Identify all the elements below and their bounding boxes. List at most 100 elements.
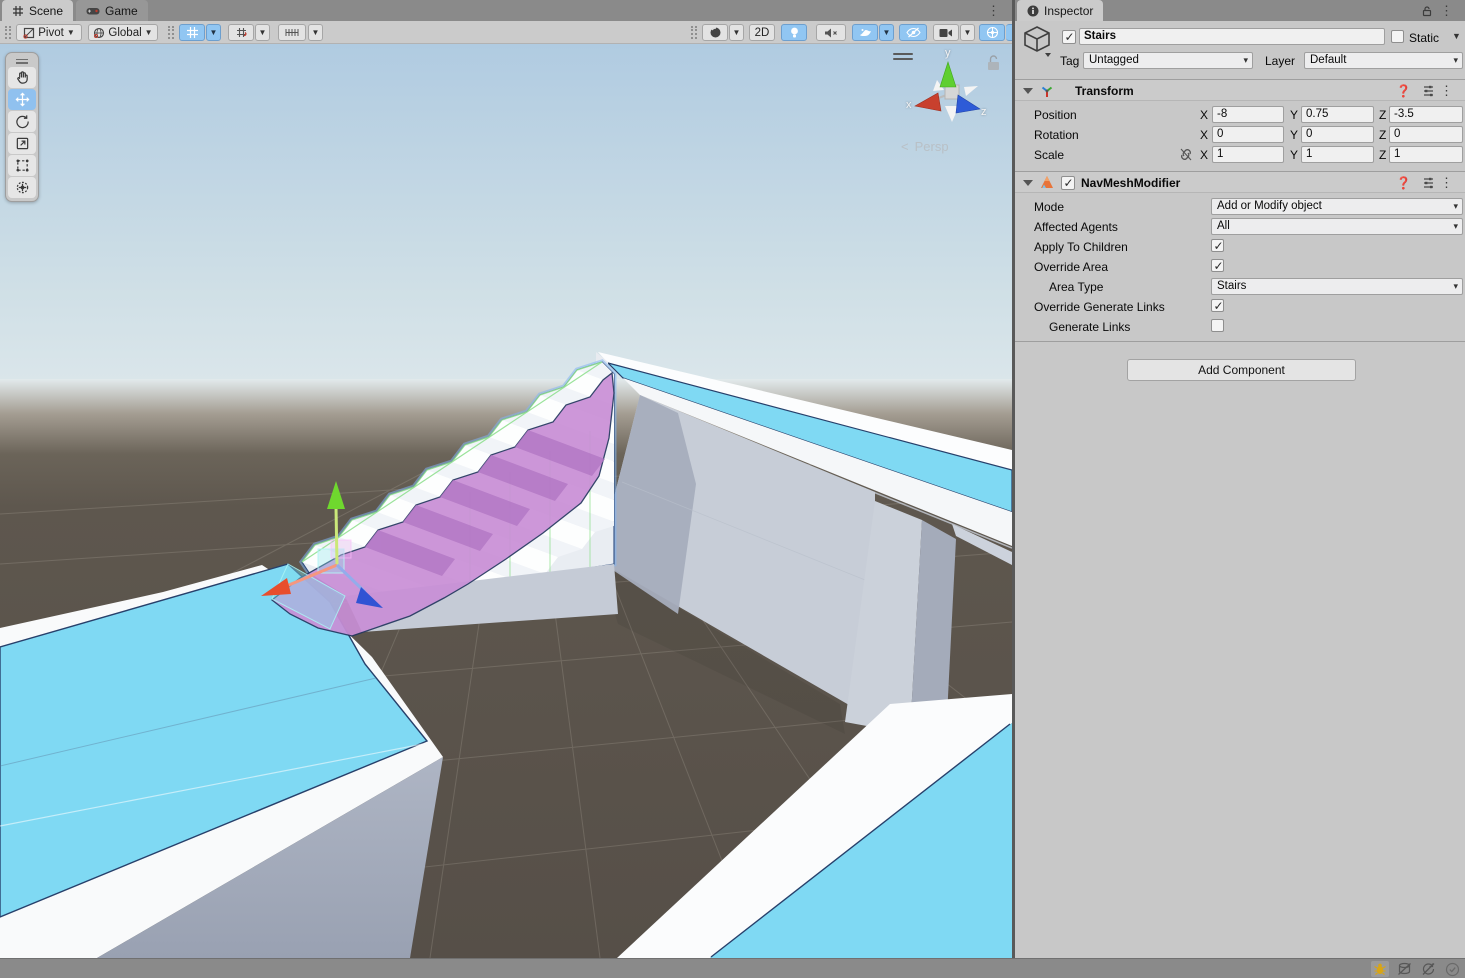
scene-panel-menu-icon[interactable]: ⋮ <box>987 4 1000 17</box>
tool-palette-handle-icon[interactable] <box>8 56 36 66</box>
navmesh-presets-icon[interactable] <box>1422 177 1435 189</box>
audio-toggle-button[interactable] <box>816 24 846 41</box>
grid-visibility-button[interactable] <box>179 24 205 41</box>
generate-links-checkbox[interactable] <box>1211 319 1224 332</box>
gizmo-x-label[interactable]: x <box>906 99 912 111</box>
inspector-menu-icon[interactable]: ⋮ <box>1440 4 1453 17</box>
orientation-gizmo-menu-icon[interactable] <box>893 53 913 63</box>
navmesh-help-icon[interactable]: ❓ <box>1396 176 1411 190</box>
increment-snap-button[interactable] <box>278 24 306 41</box>
rotation-x-field[interactable]: 0 <box>1212 126 1284 143</box>
tab-game-label: Game <box>105 4 138 18</box>
gizmos-toggle-button[interactable] <box>979 24 1005 41</box>
rotation-z-label: Z <box>1379 128 1386 142</box>
transform-menu-icon[interactable]: ⋮ <box>1440 84 1453 97</box>
snap-options-dropdown[interactable]: ▼ <box>255 24 270 41</box>
audio-muted-icon <box>824 27 839 39</box>
gizmo-plane-handle-xy[interactable] <box>331 540 351 558</box>
scale-label: Scale <box>1034 148 1064 162</box>
static-checkbox[interactable] <box>1391 30 1404 43</box>
cache-server-icon[interactable] <box>1395 961 1413 977</box>
gameobject-cube-icon[interactable] <box>1023 25 1053 57</box>
tab-scene[interactable]: Scene <box>2 0 73 21</box>
area-type-dropdown[interactable]: Stairs <box>1211 278 1463 295</box>
transform-help-icon[interactable]: ❓ <box>1396 84 1411 98</box>
position-x-field[interactable]: -8 <box>1212 106 1284 123</box>
draw-mode-dropdown[interactable]: ▼ <box>729 24 744 41</box>
toolbar-grip-3[interactable] <box>691 26 697 39</box>
rect-tool-button[interactable] <box>8 155 36 176</box>
gizmo-y-shaft[interactable] <box>336 507 337 565</box>
toolbar-grip[interactable] <box>5 26 11 39</box>
gameobject-active-checkbox[interactable] <box>1062 30 1076 44</box>
lighting-toggle-button[interactable] <box>781 24 807 41</box>
gizmo-y-label[interactable]: y <box>945 47 951 59</box>
perspective-toggle[interactable]: < Persp <box>901 139 949 154</box>
camera-settings-button[interactable] <box>933 24 959 41</box>
scale-link-icon[interactable] <box>1179 148 1193 161</box>
toolbar-grip-2[interactable] <box>168 26 174 39</box>
2d-toggle-button[interactable]: 2D <box>749 24 775 41</box>
tab-inspector[interactable]: Inspector <box>1017 0 1103 21</box>
transform-foldout-icon[interactable] <box>1023 88 1033 94</box>
hand-icon <box>15 70 30 85</box>
camera-icon <box>939 28 953 38</box>
layer-dropdown[interactable]: Default <box>1304 52 1463 69</box>
tab-game[interactable]: Game <box>76 0 148 21</box>
auto-refresh-disabled-icon[interactable] <box>1419 961 1437 977</box>
increment-snap-dropdown[interactable]: ▼ <box>308 24 323 41</box>
gizmo-z-label[interactable]: z <box>981 106 987 118</box>
transform-presets-icon[interactable] <box>1422 85 1435 97</box>
rotate-tool-button[interactable] <box>8 111 36 132</box>
inspector-lock-icon[interactable] <box>1421 5 1433 17</box>
pivot-dropdown-arrow-icon: ▼ <box>67 28 75 37</box>
transform-tool-button[interactable] <box>8 177 36 198</box>
tool-palette <box>5 52 39 202</box>
rotation-y-field[interactable]: 0 <box>1301 126 1374 143</box>
override-area-checkbox[interactable] <box>1211 259 1224 272</box>
navmesh-foldout-icon[interactable] <box>1023 180 1033 186</box>
debugger-bug-icon[interactable] <box>1371 961 1389 977</box>
effects-dropdown[interactable]: ▼ <box>879 24 894 41</box>
gizmos-icon <box>986 26 999 39</box>
override-area-label: Override Area <box>1034 260 1108 274</box>
draw-mode-button[interactable] <box>702 24 728 41</box>
position-y-field[interactable]: 0.75 <box>1301 106 1374 123</box>
static-dropdown-arrow-icon[interactable]: ▼ <box>1452 31 1461 41</box>
effects-toggle-button[interactable] <box>852 24 878 41</box>
camera-dropdown[interactable]: ▼ <box>960 24 975 41</box>
scale-y-field[interactable]: 1 <box>1301 146 1374 163</box>
area-type-label: Area Type <box>1049 280 1103 294</box>
pivot-toggle-button[interactable]: Pivot ▼ <box>16 24 82 41</box>
transform-header[interactable]: Transform ❓ ⋮ <box>1015 79 1465 101</box>
move-tool-button[interactable] <box>8 89 36 110</box>
apply-to-children-checkbox[interactable] <box>1211 239 1224 252</box>
tag-dropdown[interactable]: Untagged <box>1083 52 1253 69</box>
rotation-z-field[interactable]: 0 <box>1389 126 1463 143</box>
override-generate-links-checkbox[interactable] <box>1211 299 1224 312</box>
hidden-objects-button[interactable] <box>899 24 927 41</box>
inspector-tabbar: Inspector ⋮ <box>1015 0 1465 21</box>
grid-options-dropdown[interactable]: ▼ <box>206 24 221 41</box>
gameobject-name-field[interactable]: Stairs <box>1079 28 1385 45</box>
scale-z-field[interactable]: 1 <box>1389 146 1463 163</box>
global-toggle-button[interactable]: Global ▼ <box>88 24 158 41</box>
position-z-field[interactable]: -3.5 <box>1389 106 1463 123</box>
scale-x-field[interactable]: 1 <box>1212 146 1284 163</box>
add-component-button[interactable]: Add Component <box>1127 359 1356 381</box>
view-hand-tool-button[interactable] <box>8 67 36 88</box>
magnet-snap-icon <box>235 26 248 39</box>
snap-toggle-button[interactable] <box>228 24 254 41</box>
transform-title: Transform <box>1075 84 1134 98</box>
affected-agents-dropdown[interactable]: All <box>1211 218 1463 235</box>
navmesh-enabled-checkbox[interactable] <box>1061 176 1075 190</box>
progress-idle-icon[interactable] <box>1443 961 1461 977</box>
inspector-panel: Inspector ⋮ Stairs Static ▼ Tag Untagged… <box>1012 0 1465 958</box>
mode-dropdown[interactable]: Add or Modify object <box>1211 198 1463 215</box>
navmesh-menu-icon[interactable]: ⋮ <box>1440 176 1453 189</box>
navmesh-modifier-header[interactable]: NavMeshModifier ❓ ⋮ <box>1015 171 1465 193</box>
scale-tool-button[interactable] <box>8 133 36 154</box>
snap-dropdown-arrow-icon: ▼ <box>259 28 267 37</box>
scene-viewport[interactable]: y x z < Persp <box>0 44 1012 958</box>
persp-arrow-icon: < <box>901 139 909 154</box>
